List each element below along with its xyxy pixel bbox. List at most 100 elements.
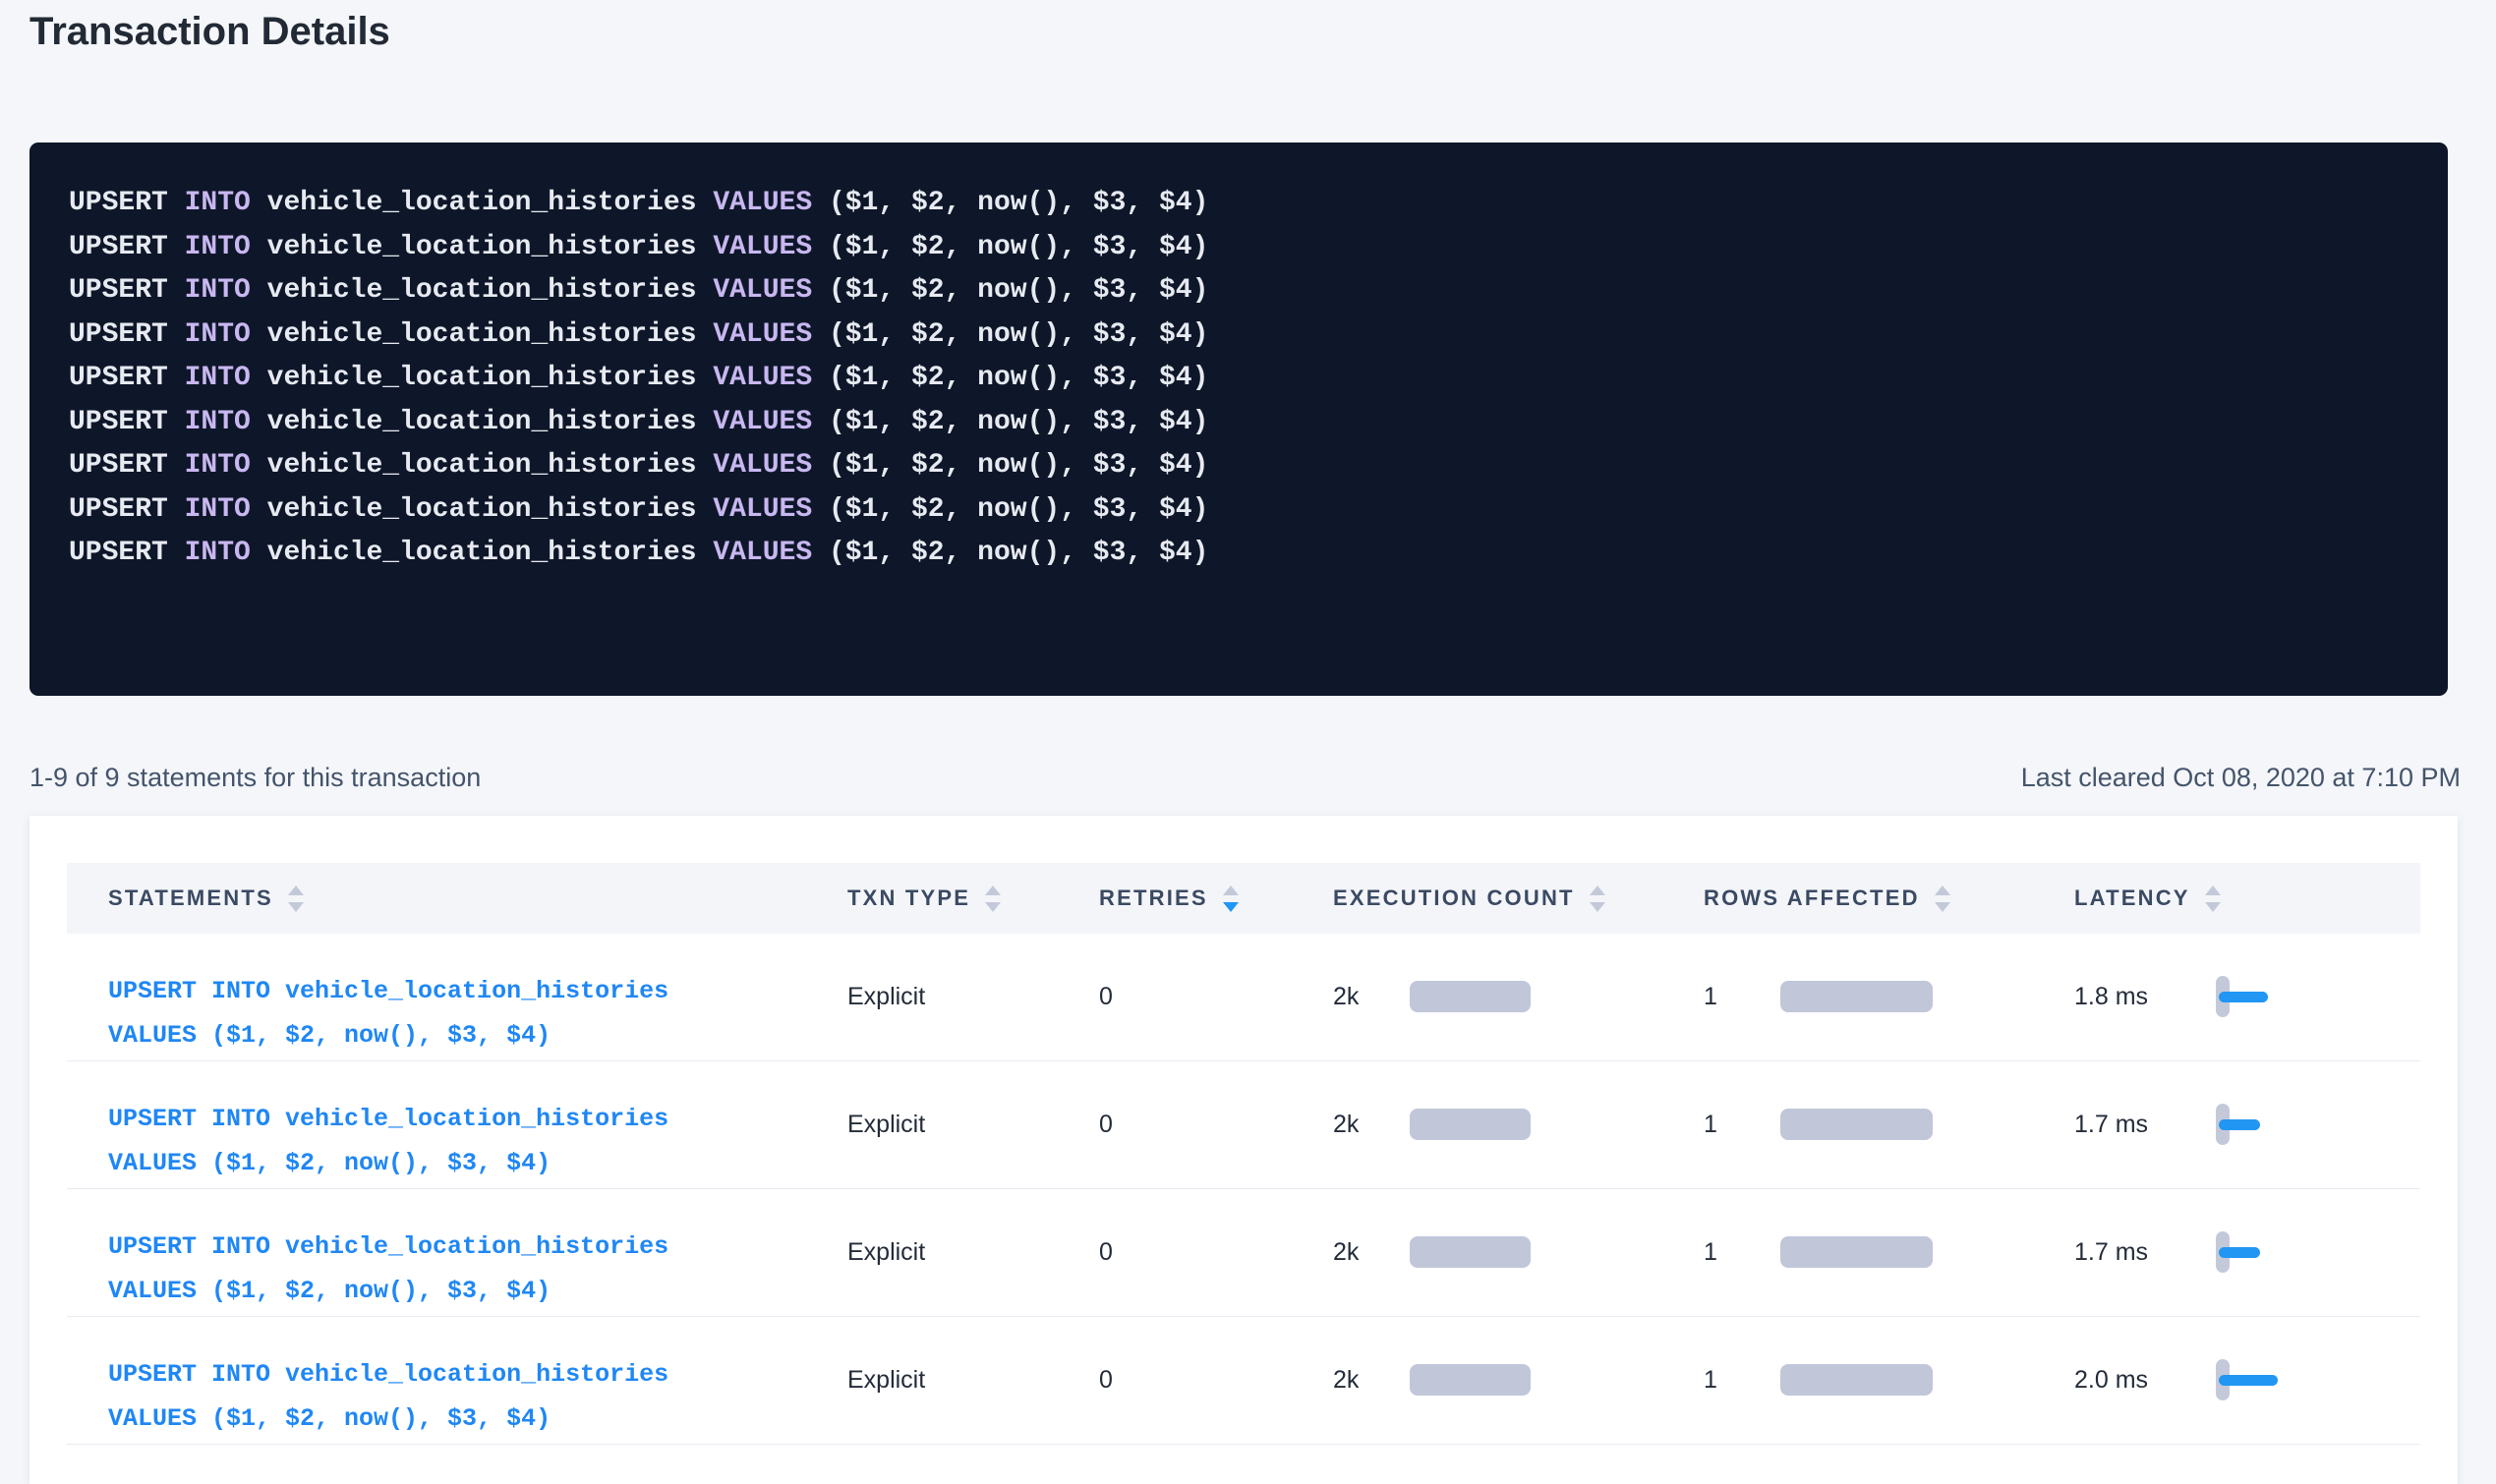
sql-token-table: vehicle_location_histories [267,188,714,218]
sql-token-upsert: UPSERT [69,232,185,262]
sort-asc-arrow-icon [2205,885,2221,895]
latency-value: 1.8 ms [2074,983,2216,1011]
sql-token-values: VALUES [713,275,829,306]
page-title: Transaction Details [29,10,390,54]
table-header-row: STATEMENTS TXN TYPE RETRIES EXECUTION CO… [67,863,2420,934]
statement-link[interactable]: UPSERT INTO vehicle_location_historiesVA… [108,934,847,1057]
statement-link[interactable]: UPSERT INTO vehicle_location_histories VA… [108,1317,847,1441]
sort-desc-arrow-icon [1223,902,1239,912]
latency-value: 1.7 ms [2074,1238,2216,1267]
statement-line-2: VALUES ($1, $2, now(), $3, $4) [108,1021,551,1050]
sql-token-into: INTO [185,450,267,481]
rows-affected-cell: 1 [1704,934,2074,1060]
retries-cell: 0 [1099,1189,1333,1316]
statement-line-1: UPSERT INTO vehicle_location_histories [108,1232,668,1261]
statement-cell: UPSERT INTO vehicle_location_historiesVA… [67,1189,847,1316]
column-label: LATENCY [2074,885,2190,911]
table-header-cell[interactable]: LATENCY [2074,863,2420,934]
latency-cell: 1.8 ms [2074,934,2420,1060]
sql-token-upsert: UPSERT [69,450,185,481]
sql-statement-line: UPSERT INTO vehicle_location_histories V… [69,532,2409,576]
latency-cell: 1.7 ms [2074,1189,2420,1316]
sort-icon [288,885,304,912]
column-label: TXN TYPE [847,885,970,911]
table-header-cell[interactable]: ROWS AFFECTED [1704,863,2074,934]
last-cleared-text: Last cleared Oct 08, 2020 at 7:10 PM [2021,763,2461,793]
rows-affected-cell: 1 [1704,1061,2074,1188]
statement-line-2: VALUES ($1, $2, now(), $3, $4) [108,1149,551,1177]
statement-line-1: UPSERT INTO vehicle_location_histories [108,1360,668,1389]
sql-statement-line: UPSERT INTO vehicle_location_histories V… [69,444,2409,488]
sql-token-into: INTO [185,494,267,525]
sql-token-into: INTO [185,538,267,568]
sql-token-upsert: UPSERT [69,319,185,350]
txn-type-cell: Explicit [847,1061,1099,1188]
sql-token-values: VALUES [713,538,829,568]
sql-token-args: ($1, $2, now(), $3, $4) [829,363,1208,393]
sql-token-values: VALUES [713,319,829,350]
sql-token-args: ($1, $2, now(), $3, $4) [829,232,1208,262]
sql-statement-line: UPSERT INTO vehicle_location_histories V… [69,357,2409,401]
table-header-cell[interactable]: EXECUTION COUNT [1333,863,1704,934]
execution-count-value: 2k [1333,983,1410,1011]
sort-desc-arrow-icon [1590,902,1605,912]
table-header-cell[interactable]: RETRIES [1099,863,1333,934]
sort-asc-arrow-icon [1590,885,1605,895]
sql-token-args: ($1, $2, now(), $3, $4) [829,494,1208,525]
statement-link[interactable]: UPSERT INTO vehicle_location_historiesVA… [108,1189,847,1313]
sql-token-upsert: UPSERT [69,494,185,525]
execution-count-cell: 2k [1333,1061,1704,1188]
sql-token-values: VALUES [713,232,829,262]
statements-summary-row: 1-9 of 9 statements for this transaction… [29,763,2461,793]
sql-token-table: vehicle_location_histories [267,319,714,350]
table-row: UPSERT INTO vehicle_location_historiesVA… [67,1189,2420,1317]
sort-desc-arrow-icon [985,902,1001,912]
execution-count-value: 2k [1333,1366,1410,1395]
execution-count-bar [1410,981,1531,1012]
sort-asc-arrow-icon [1223,885,1239,895]
sql-token-upsert: UPSERT [69,188,185,218]
sql-token-args: ($1, $2, now(), $3, $4) [829,319,1208,350]
statement-link[interactable]: UPSERT INTO vehicle_location_historiesVA… [108,1061,847,1185]
retries-cell: 0 [1099,1061,1333,1188]
rows-affected-value: 1 [1704,1238,1780,1267]
sql-token-into: INTO [185,319,267,350]
sql-token-upsert: UPSERT [69,407,185,437]
sql-token-args: ($1, $2, now(), $3, $4) [829,275,1208,306]
table-header-cell[interactable]: TXN TYPE [847,863,1099,934]
latency-value: 1.7 ms [2074,1111,2216,1139]
sql-token-into: INTO [185,188,267,218]
sort-desc-arrow-icon [288,902,304,912]
rows-affected-value: 1 [1704,983,1780,1011]
sql-token-into: INTO [185,232,267,262]
sql-token-args: ($1, $2, now(), $3, $4) [829,450,1208,481]
execution-count-bar [1410,1364,1531,1396]
sql-statement-line: UPSERT INTO vehicle_location_histories V… [69,488,2409,533]
sql-token-values: VALUES [713,450,829,481]
sql-statement-line: UPSERT INTO vehicle_location_histories V… [69,269,2409,314]
sql-token-upsert: UPSERT [69,363,185,393]
sql-token-values: VALUES [713,407,829,437]
latency-bar [2219,1247,2260,1258]
txn-type-cell: Explicit [847,934,1099,1060]
sql-statement-line: UPSERT INTO vehicle_location_histories V… [69,401,2409,445]
column-label: ROWS AFFECTED [1704,885,1920,911]
txn-type-cell: Explicit [847,1189,1099,1316]
sort-desc-arrow-icon [1935,902,1950,912]
sort-icon [1935,885,1950,912]
sql-statements-box: UPSERT INTO vehicle_location_histories V… [29,143,2448,696]
sort-asc-arrow-icon [985,885,1001,895]
rows-affected-bar [1780,1364,1933,1396]
sort-desc-arrow-icon [2205,902,2221,912]
statement-line-2: VALUES ($1, $2, now(), $3, $4) [108,1404,551,1433]
sql-token-table: vehicle_location_histories [267,363,714,393]
sort-icon [985,885,1001,912]
sql-token-upsert: UPSERT [69,538,185,568]
sql-statements-list: UPSERT INTO vehicle_location_histories V… [69,182,2409,576]
table-row: UPSERT INTO vehicle_location_historiesVA… [67,1061,2420,1189]
sort-icon [1590,885,1605,912]
table-header-cell[interactable]: STATEMENTS [67,863,847,934]
execution-count-cell: 2k [1333,1189,1704,1316]
table-row: UPSERT INTO vehicle_location_historiesVA… [67,934,2420,1061]
rows-affected-value: 1 [1704,1111,1780,1139]
